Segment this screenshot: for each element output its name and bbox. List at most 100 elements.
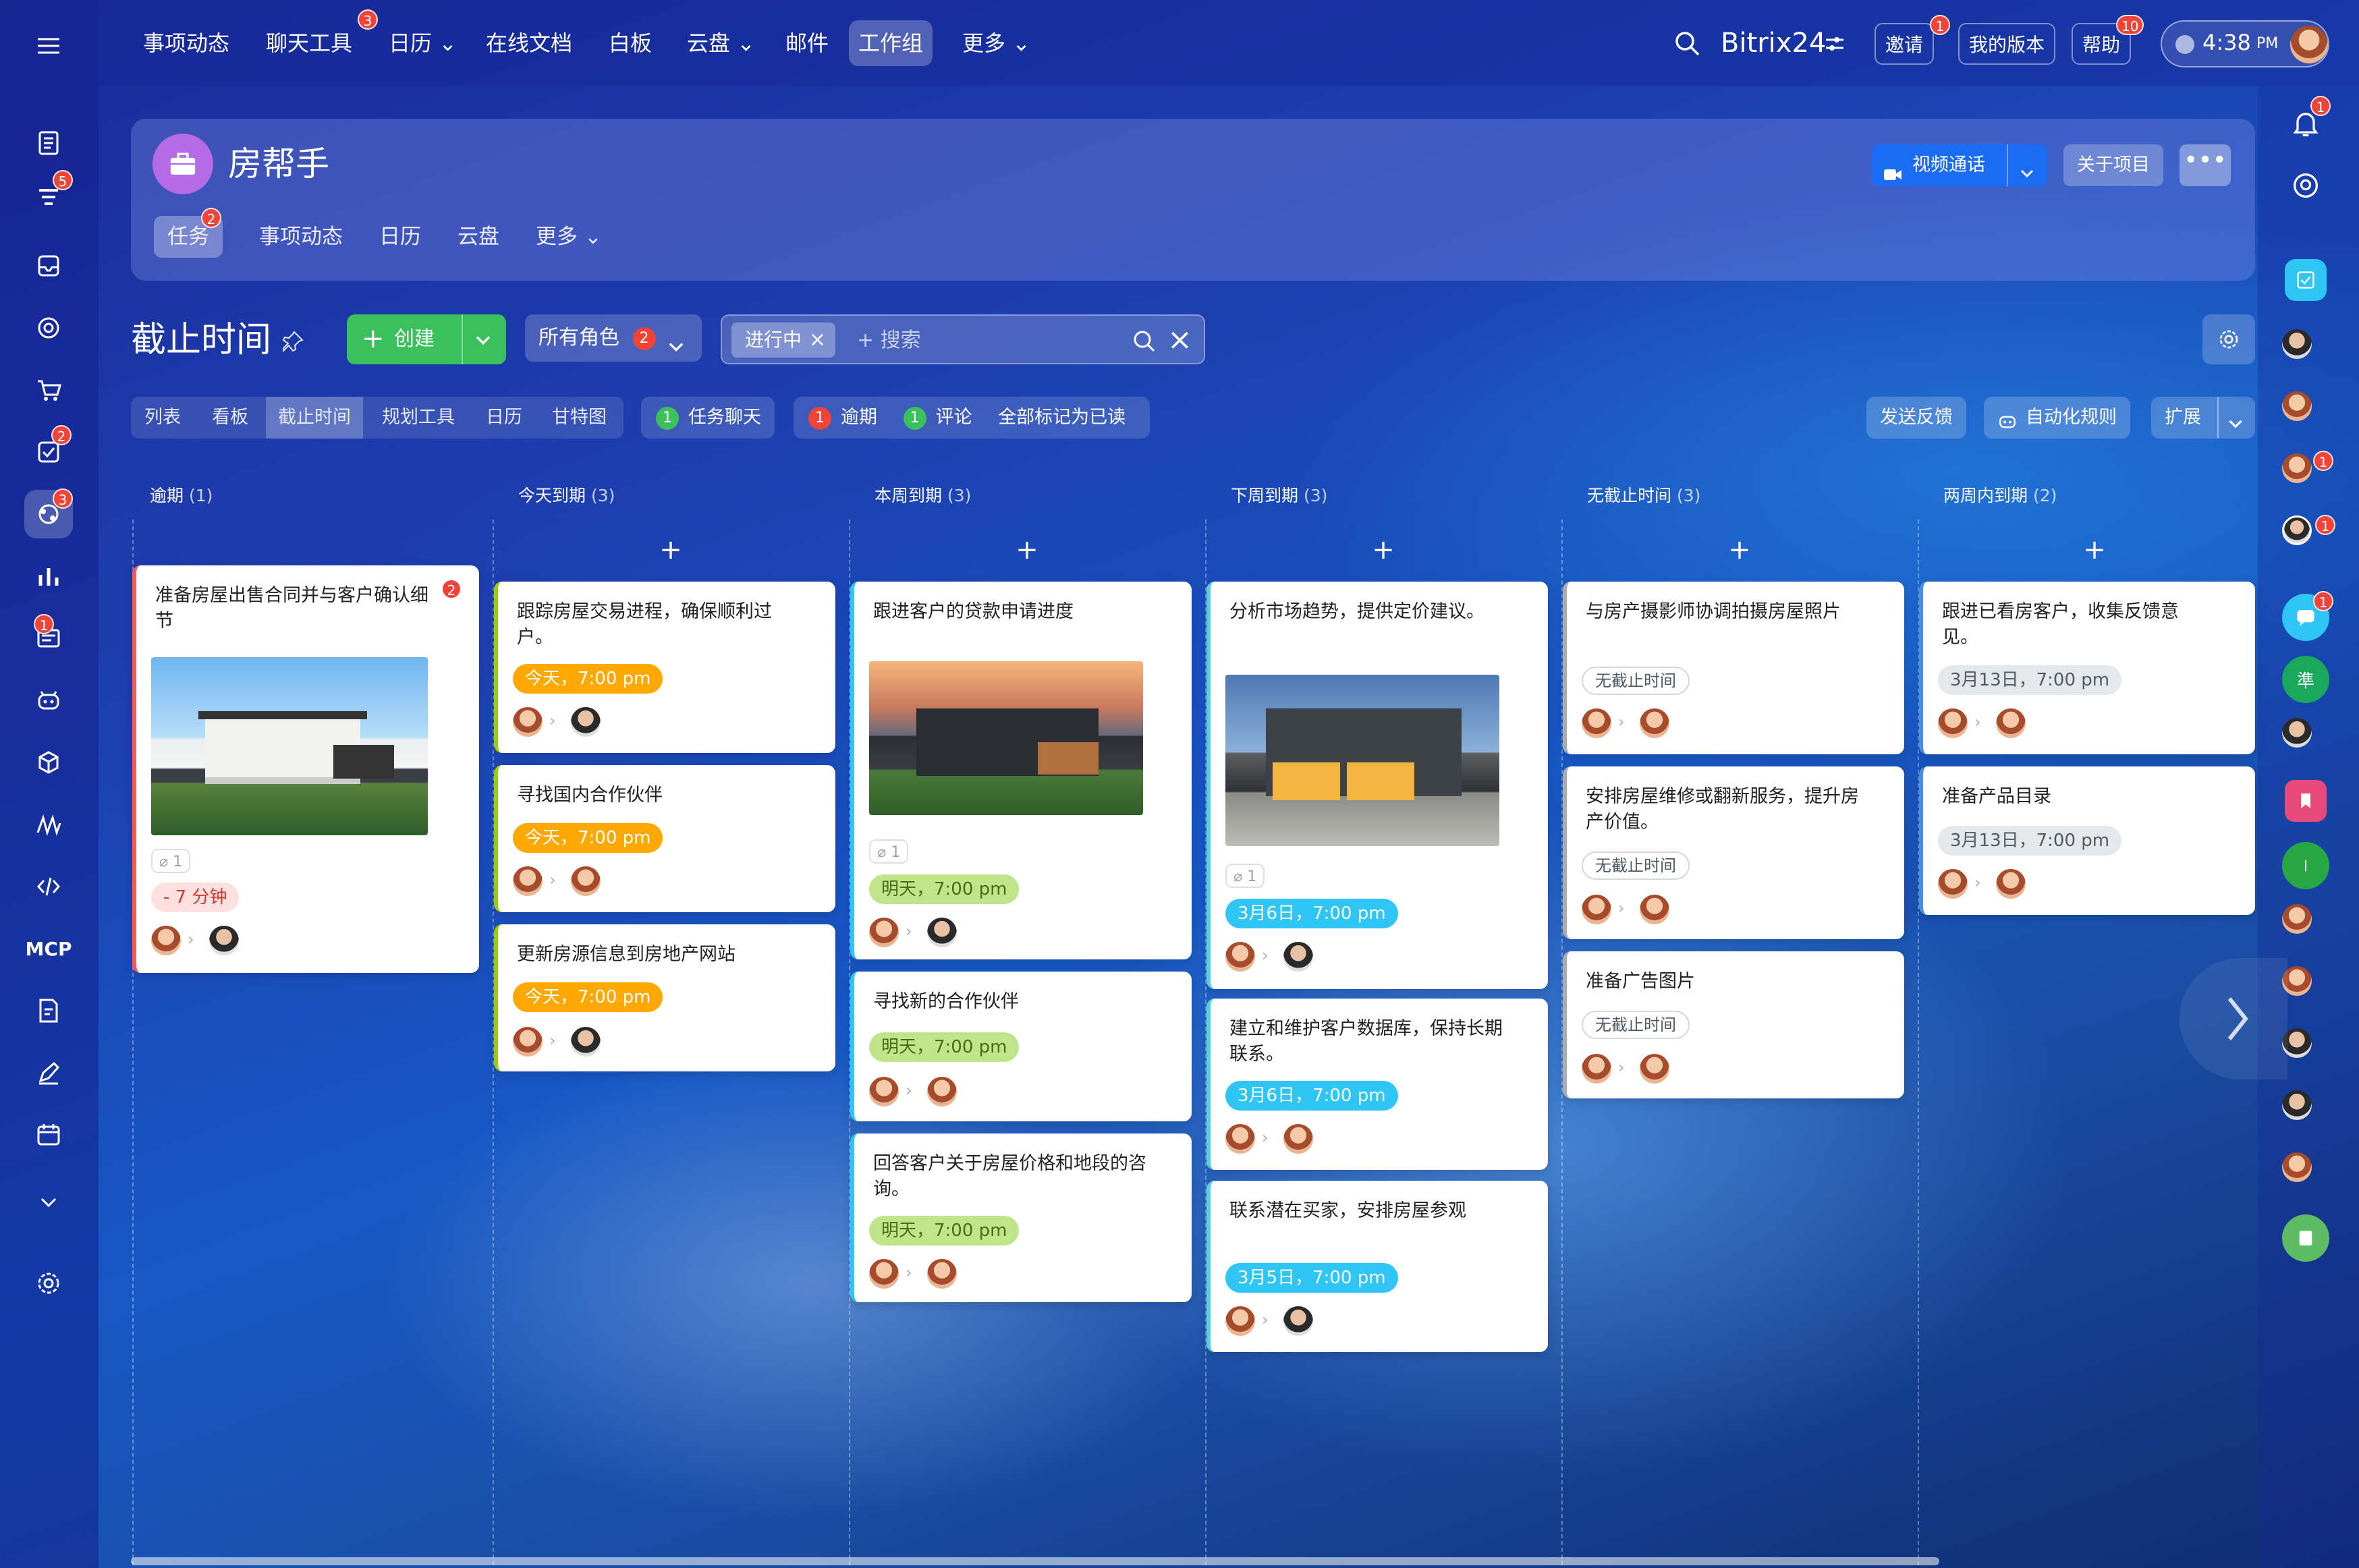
- task-card[interactable]: 跟进客户的贷款申请进度 ⌀ 1 明天，7:00 pm ›: [850, 582, 1192, 959]
- creator-avatar[interactable]: [151, 926, 181, 955]
- deadline-badge[interactable]: 无截止时间: [1582, 851, 1690, 880]
- gear-icon[interactable]: [24, 1259, 73, 1308]
- avatar-contact-5[interactable]: [2282, 718, 2312, 748]
- responsible-avatar[interactable]: [1283, 1124, 1313, 1154]
- view-deadline[interactable]: 截止时间: [266, 397, 363, 439]
- filter-tag[interactable]: 进行中 ×: [731, 323, 836, 358]
- inbox-icon[interactable]: [24, 242, 73, 290]
- creator-avatar[interactable]: [513, 1027, 543, 1057]
- pin-icon[interactable]: [279, 328, 306, 355]
- green-channel-icon[interactable]: [2282, 842, 2329, 889]
- responsible-avatar[interactable]: [1283, 1306, 1313, 1336]
- creator-avatar[interactable]: [513, 707, 543, 737]
- deadline-badge[interactable]: - 7 分钟: [151, 883, 240, 912]
- automation-rules-button[interactable]: 自动化规则: [1984, 397, 2130, 439]
- responsible-avatar[interactable]: [1283, 942, 1313, 972]
- tab-more[interactable]: 更多 ⌄: [522, 216, 615, 258]
- responsible-avatar[interactable]: [209, 926, 239, 955]
- help-button[interactable]: 帮助 10: [2072, 15, 2144, 65]
- nav-whiteboard[interactable]: 白板: [599, 20, 661, 66]
- remove-tag-icon[interactable]: ×: [809, 323, 826, 358]
- clear-icon[interactable]: ×: [1167, 323, 1192, 358]
- nav-more[interactable]: 更多 ⌄: [953, 20, 1040, 66]
- responsible-avatar[interactable]: [1640, 895, 1669, 924]
- group-initial-avatar[interactable]: 準: [2282, 656, 2329, 703]
- deadline-badge[interactable]: 明天，7:00 pm: [869, 1216, 1020, 1245]
- chat-app-icon[interactable]: 1: [2282, 591, 2333, 641]
- creator-avatar[interactable]: [869, 918, 899, 947]
- send-feedback-button[interactable]: 发送反馈: [1866, 397, 1966, 439]
- tasks-app-icon[interactable]: [2285, 259, 2327, 301]
- groups-icon[interactable]: 3: [24, 488, 73, 538]
- tab-drive[interactable]: 云盘: [444, 216, 513, 258]
- nav-drive[interactable]: 云盘 ⌄: [677, 20, 765, 66]
- task-card[interactable]: 安排房屋维修或翻新服务，提升房产价值。 无截止时间 ›: [1563, 766, 1904, 939]
- deadline-badge[interactable]: 今天，7:00 pm: [513, 982, 663, 1012]
- creator-avatar[interactable]: [1938, 869, 1968, 899]
- tab-tasks[interactable]: 任务 2: [154, 208, 223, 258]
- nav-mail[interactable]: 邮件: [776, 20, 838, 66]
- nav-chat[interactable]: 聊天工具 3: [256, 9, 378, 66]
- cube-icon[interactable]: [24, 738, 73, 787]
- column-this-week[interactable]: 本周到期 (3): [856, 472, 1205, 520]
- view-kanban[interactable]: 看板: [200, 397, 260, 439]
- add-task-two-weeks-icon[interactable]: +: [2074, 533, 2115, 567]
- task-card[interactable]: 更新房源信息到房地产网站 今天，7:00 pm ›: [494, 924, 835, 1071]
- clock-widget[interactable]: 4:38 PM: [2161, 20, 2329, 67]
- deadline-badge[interactable]: 明天，7:00 pm: [869, 874, 1020, 904]
- brand-logo[interactable]: Bitrix24: [1721, 24, 1826, 62]
- bookmark-icon[interactable]: [2285, 780, 2327, 822]
- responsible-avatar[interactable]: [1640, 708, 1669, 738]
- add-task-next-week-icon[interactable]: +: [1363, 533, 1404, 567]
- comments-counter[interactable]: 1 评论: [903, 406, 972, 430]
- nav-calendar[interactable]: 日历 ⌄: [379, 20, 466, 66]
- attachment-count[interactable]: ⌀ 1: [869, 839, 909, 864]
- user-avatar[interactable]: [2290, 26, 2328, 63]
- invite-button[interactable]: 邀请 1: [1875, 15, 1950, 65]
- horizontal-scrollbar[interactable]: [131, 1557, 1939, 1565]
- avatar-contact-6[interactable]: [2282, 904, 2312, 934]
- analytics-icon[interactable]: [24, 552, 73, 600]
- responsible-avatar[interactable]: [927, 1077, 957, 1107]
- mcp-link[interactable]: MCP: [24, 924, 73, 973]
- column-today[interactable]: 今天到期 (3): [499, 472, 849, 520]
- column-two-weeks[interactable]: 两周内到期 (2): [1924, 472, 2255, 520]
- task-card[interactable]: 跟进已看房客户，收集反馈意见。 3月13日，7:00 pm ›: [1919, 582, 2255, 754]
- creator-avatar[interactable]: [1938, 708, 1968, 738]
- calendar-icon[interactable]: [24, 1111, 73, 1159]
- extend-button[interactable]: 扩展: [2151, 397, 2255, 439]
- view-gantt[interactable]: 甘特图: [540, 397, 619, 439]
- attachment-count[interactable]: ⌀ 1: [151, 849, 191, 873]
- deadline-badge[interactable]: 明天，7:00 pm: [869, 1032, 1020, 1062]
- settings-sliders-icon[interactable]: [1823, 32, 1846, 55]
- avatar-contact-1[interactable]: [2282, 329, 2312, 359]
- avatar-contact-10[interactable]: [2282, 1152, 2312, 1182]
- responsible-avatar[interactable]: [1996, 708, 2026, 738]
- deadline-badge[interactable]: 今天，7:00 pm: [513, 823, 663, 853]
- sign-icon[interactable]: [24, 800, 73, 849]
- task-card[interactable]: 准备广告图片 无截止时间 ›: [1563, 951, 1904, 1098]
- responsible-avatar[interactable]: [927, 1259, 957, 1289]
- task-card[interactable]: 联系潜在买家，安排房屋参观 3月5日，7:00 pm ›: [1206, 1181, 1548, 1352]
- add-task-no-deadline-icon[interactable]: +: [1719, 533, 1760, 567]
- responsible-avatar[interactable]: [1640, 1054, 1669, 1084]
- feed-icon[interactable]: [24, 119, 73, 167]
- create-button[interactable]: + 创建: [347, 314, 506, 364]
- creator-avatar[interactable]: [1582, 708, 1611, 738]
- task-card[interactable]: 寻找新的合作伙伴 明天，7:00 pm ›: [850, 972, 1192, 1121]
- task-card[interactable]: 建立和维护客户数据库，保持长期联系。 3月6日，7:00 pm ›: [1206, 999, 1548, 1170]
- funnel-icon[interactable]: 5: [24, 170, 73, 223]
- settings-gear-icon[interactable]: [2202, 314, 2255, 364]
- deadline-badge[interactable]: 3月13日，7:00 pm: [1938, 665, 2122, 695]
- avatar-contact-3[interactable]: 1: [2282, 451, 2333, 483]
- responsible-avatar[interactable]: [1996, 869, 2026, 899]
- chevron-down-icon[interactable]: [2018, 157, 2036, 178]
- menu-icon[interactable]: [24, 22, 73, 70]
- view-list[interactable]: 列表: [132, 397, 193, 439]
- video-call-button[interactable]: 视频通话: [1872, 144, 2047, 186]
- nav-workgroups[interactable]: 工作组: [849, 20, 933, 66]
- column-no-deadline[interactable]: 无截止时间 (3): [1568, 472, 1918, 520]
- cart-icon[interactable]: [24, 366, 73, 414]
- code-icon[interactable]: [24, 862, 73, 911]
- creator-avatar[interactable]: [869, 1259, 899, 1289]
